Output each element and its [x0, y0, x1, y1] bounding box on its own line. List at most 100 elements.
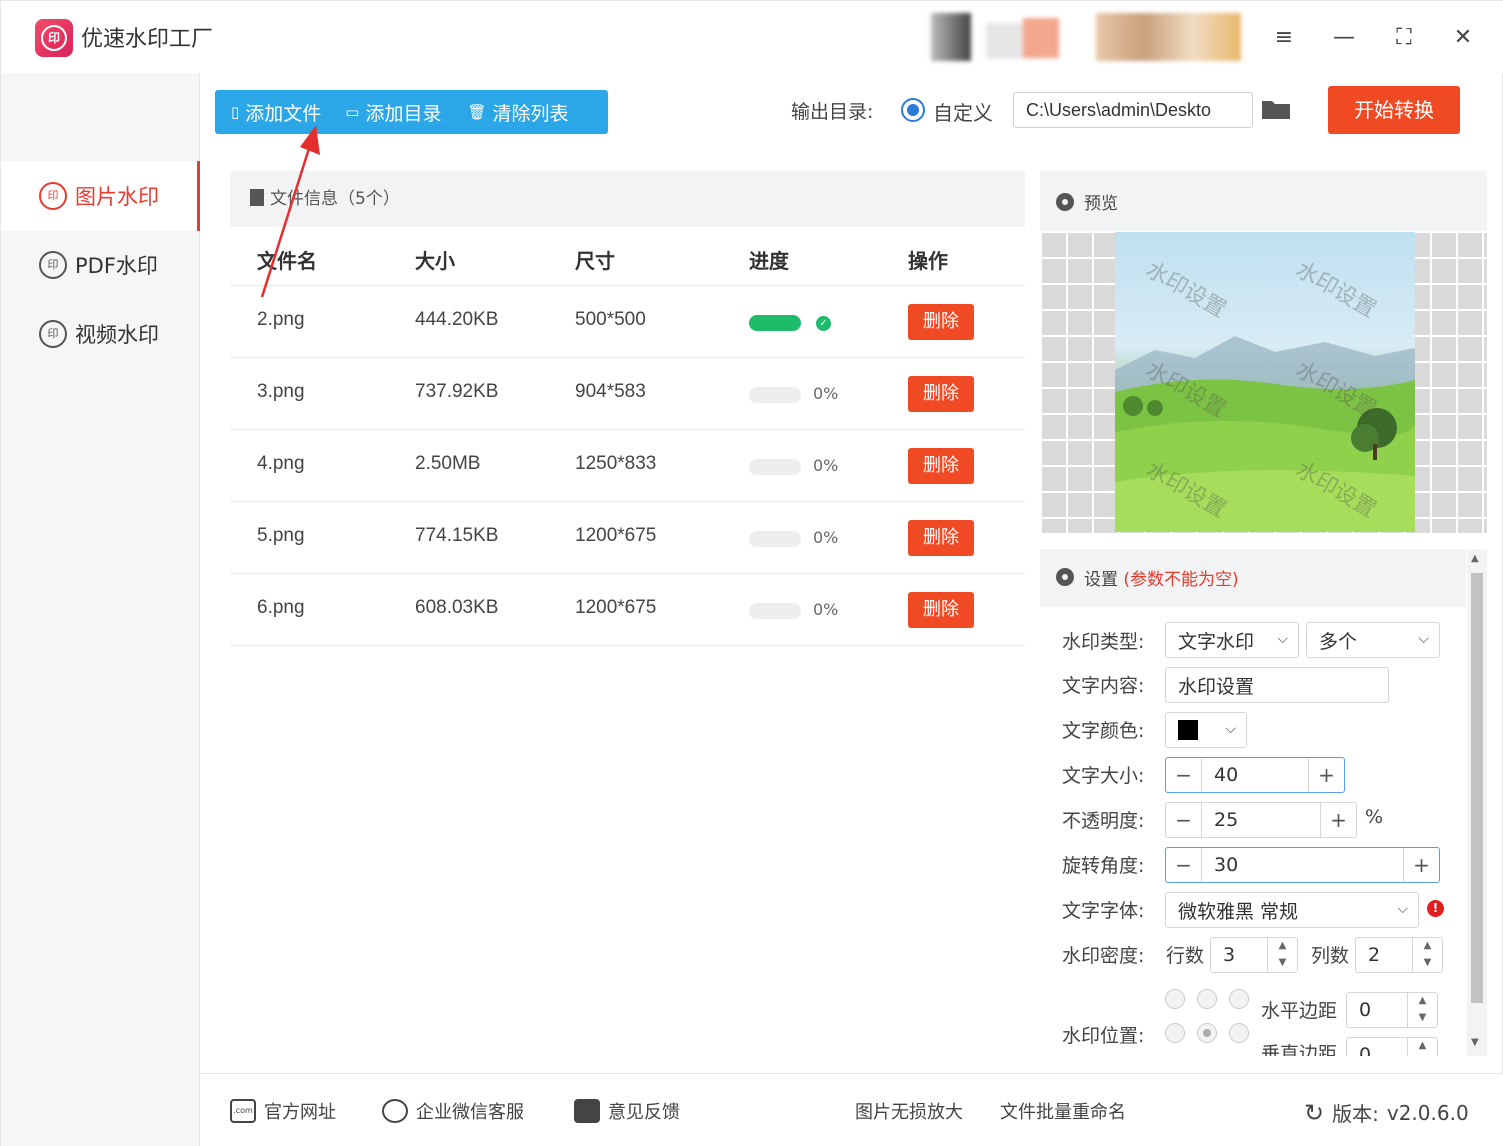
- chevron-down-icon: ⌵: [1418, 631, 1429, 647]
- settings-scrollbar[interactable]: ▲ ▼: [1467, 549, 1487, 1056]
- rows-value: 3: [1223, 944, 1236, 966]
- start-convert-button[interactable]: 开始转换: [1328, 86, 1460, 134]
- opacity-stepper[interactable]: − 25 +: [1165, 802, 1357, 838]
- clear-list-button[interactable]: 🗑 清除列表: [441, 90, 568, 134]
- position-top-left[interactable]: [1165, 989, 1185, 1009]
- sidebar-item-label: 图片水印: [75, 185, 159, 209]
- sidebar-item-video-watermark[interactable]: 印 视频水印: [1, 299, 200, 369]
- chevron-down-icon: ⌵: [1397, 901, 1408, 917]
- watermark-icon: 印: [39, 182, 67, 210]
- spinner-arrows[interactable]: ▲▼: [1412, 938, 1442, 972]
- website-link[interactable]: .com 官方网址: [230, 1098, 336, 1124]
- output-path-input[interactable]: C:\Users\admin\Deskto: [1013, 92, 1253, 128]
- increment-button[interactable]: +: [1320, 803, 1356, 837]
- version-label: 版本:: [1332, 1102, 1379, 1126]
- preview-title: 预览: [1084, 194, 1118, 214]
- maximize-button[interactable]: ⛶: [1386, 19, 1422, 55]
- decrement-button[interactable]: −: [1166, 803, 1202, 837]
- file-name: 5.png: [257, 525, 305, 546]
- delete-button[interactable]: 删除: [908, 376, 974, 412]
- watermark-type-select[interactable]: 文字水印 ⌵: [1165, 622, 1299, 658]
- opacity-value: 25: [1214, 809, 1239, 831]
- file-name: 4.png: [257, 453, 305, 474]
- spinner-arrows[interactable]: ▲▼: [1407, 1038, 1437, 1056]
- settings-panel: 设置 (参数不能为空) 水印类型: 文字水印 ⌵ 多个 ⌵ 文字内容: 水印设置…: [1040, 549, 1487, 1056]
- add-directory-button[interactable]: ▭ 添加目录: [321, 90, 441, 134]
- v-margin-spinner[interactable]: 0 ▲▼: [1346, 1037, 1438, 1056]
- clear-list-label: 清除列表: [492, 102, 569, 125]
- app-window: 印 优速水印工厂 ≡ — ⛶ ✕ 印 图片水印 印 PDF水印 印 视频水印 ▯: [0, 0, 1503, 1146]
- file-size: 2.50MB: [415, 453, 481, 474]
- delete-button[interactable]: 删除: [908, 520, 974, 556]
- footer: .com 官方网址 企业微信客服 意见反馈 图片无损放大 文件批量重命名 ↻ 版…: [200, 1073, 1503, 1146]
- spinner-arrows[interactable]: ▲▼: [1267, 938, 1297, 972]
- feedback-link[interactable]: 意见反馈: [574, 1098, 680, 1124]
- col-header-action: 操作: [908, 249, 948, 273]
- file-name: 6.png: [257, 597, 305, 618]
- text-content-label: 文字内容:: [1062, 675, 1145, 697]
- settings-title: 设置: [1084, 570, 1118, 590]
- position-middle-left[interactable]: [1165, 1023, 1185, 1043]
- progress-fill: [749, 315, 801, 331]
- sidebar-item-label: 视频水印: [75, 323, 159, 347]
- spinner-arrows[interactable]: ▲▼: [1407, 993, 1437, 1027]
- delete-button[interactable]: 删除: [908, 448, 974, 484]
- trash-icon: 🗑: [467, 103, 487, 121]
- watermark-count-value: 多个: [1319, 630, 1358, 653]
- h-margin-value: 0: [1359, 999, 1372, 1021]
- increment-button[interactable]: +: [1308, 758, 1344, 792]
- custom-radio[interactable]: [901, 98, 925, 122]
- text-content-input[interactable]: 水印设置: [1165, 667, 1389, 703]
- app-logo-icon: 印: [35, 19, 73, 57]
- decrement-button[interactable]: −: [1166, 758, 1202, 792]
- wechat-support-link[interactable]: 企业微信客服: [382, 1098, 524, 1124]
- position-center[interactable]: [1197, 1023, 1217, 1043]
- sidebar-item-pdf-watermark[interactable]: 印 PDF水印: [1, 230, 200, 300]
- text-color-picker[interactable]: ⌵: [1165, 712, 1247, 748]
- close-button[interactable]: ✕: [1445, 19, 1481, 55]
- rotation-stepper[interactable]: − 30 +: [1165, 847, 1440, 883]
- scroll-thumb[interactable]: [1471, 573, 1483, 1003]
- gear-icon: [1056, 192, 1074, 211]
- rows-spinner[interactable]: 3 ▲ ▼: [1210, 937, 1298, 973]
- h-margin-label: 水平边距: [1261, 1000, 1338, 1022]
- delete-button[interactable]: 删除: [908, 592, 974, 628]
- custom-radio-label[interactable]: 自定义: [933, 97, 993, 126]
- file-dims: 904*583: [575, 381, 646, 402]
- decrement-button[interactable]: −: [1166, 848, 1202, 882]
- rotation-value: 30: [1214, 854, 1239, 876]
- upscale-link[interactable]: 图片无损放大: [855, 1098, 963, 1124]
- website-label: 官方网址: [264, 1102, 336, 1123]
- v-margin-value: 0: [1359, 1044, 1372, 1056]
- v-margin-label: 垂直边距: [1261, 1043, 1338, 1056]
- scroll-up-icon[interactable]: ▲: [1471, 553, 1479, 564]
- progress-bar: [749, 531, 801, 547]
- file-dims: 500*500: [575, 309, 646, 330]
- menu-button[interactable]: ≡: [1266, 19, 1302, 55]
- batch-rename-link[interactable]: 文件批量重命名: [1000, 1098, 1126, 1124]
- text-size-stepper[interactable]: − 40 +: [1165, 757, 1345, 793]
- chevron-down-icon: ⌵: [1225, 721, 1236, 737]
- minimize-button[interactable]: —: [1326, 19, 1362, 55]
- progress-bar: [749, 603, 801, 619]
- sidebar-item-image-watermark[interactable]: 印 图片水印: [1, 161, 200, 231]
- cols-spinner[interactable]: 2 ▲ ▼: [1355, 937, 1443, 973]
- preview-panel: 预览 水印设置 水印设置 水印设置 水印设置 水印设置 水印设置: [1040, 171, 1487, 533]
- file-panel-header: 文件信息（5个）: [230, 171, 1025, 227]
- cols-label: 列数: [1311, 945, 1350, 967]
- h-margin-spinner[interactable]: 0 ▲ ▼: [1346, 992, 1438, 1028]
- increment-button[interactable]: +: [1403, 848, 1439, 882]
- delete-button[interactable]: 删除: [908, 304, 974, 340]
- position-top-right[interactable]: [1229, 989, 1249, 1009]
- sidebar: 印 图片水印 印 PDF水印 印 视频水印: [1, 73, 200, 1146]
- scroll-down-icon[interactable]: ▼: [1471, 1037, 1479, 1048]
- font-select[interactable]: 微软雅黑 常规 ⌵: [1165, 892, 1419, 928]
- table-row: 5.png 774.15KB 1200*675 0% 删除: [230, 502, 1025, 574]
- position-middle-right[interactable]: [1229, 1023, 1249, 1043]
- position-top-center[interactable]: [1197, 989, 1217, 1009]
- wechat-label: 企业微信客服: [416, 1102, 524, 1123]
- watermark-count-select[interactable]: 多个 ⌵: [1306, 622, 1440, 658]
- folder-icon[interactable]: [1261, 98, 1291, 120]
- settings-header: 设置 (参数不能为空): [1040, 549, 1466, 607]
- col-header-progress: 进度: [749, 249, 789, 273]
